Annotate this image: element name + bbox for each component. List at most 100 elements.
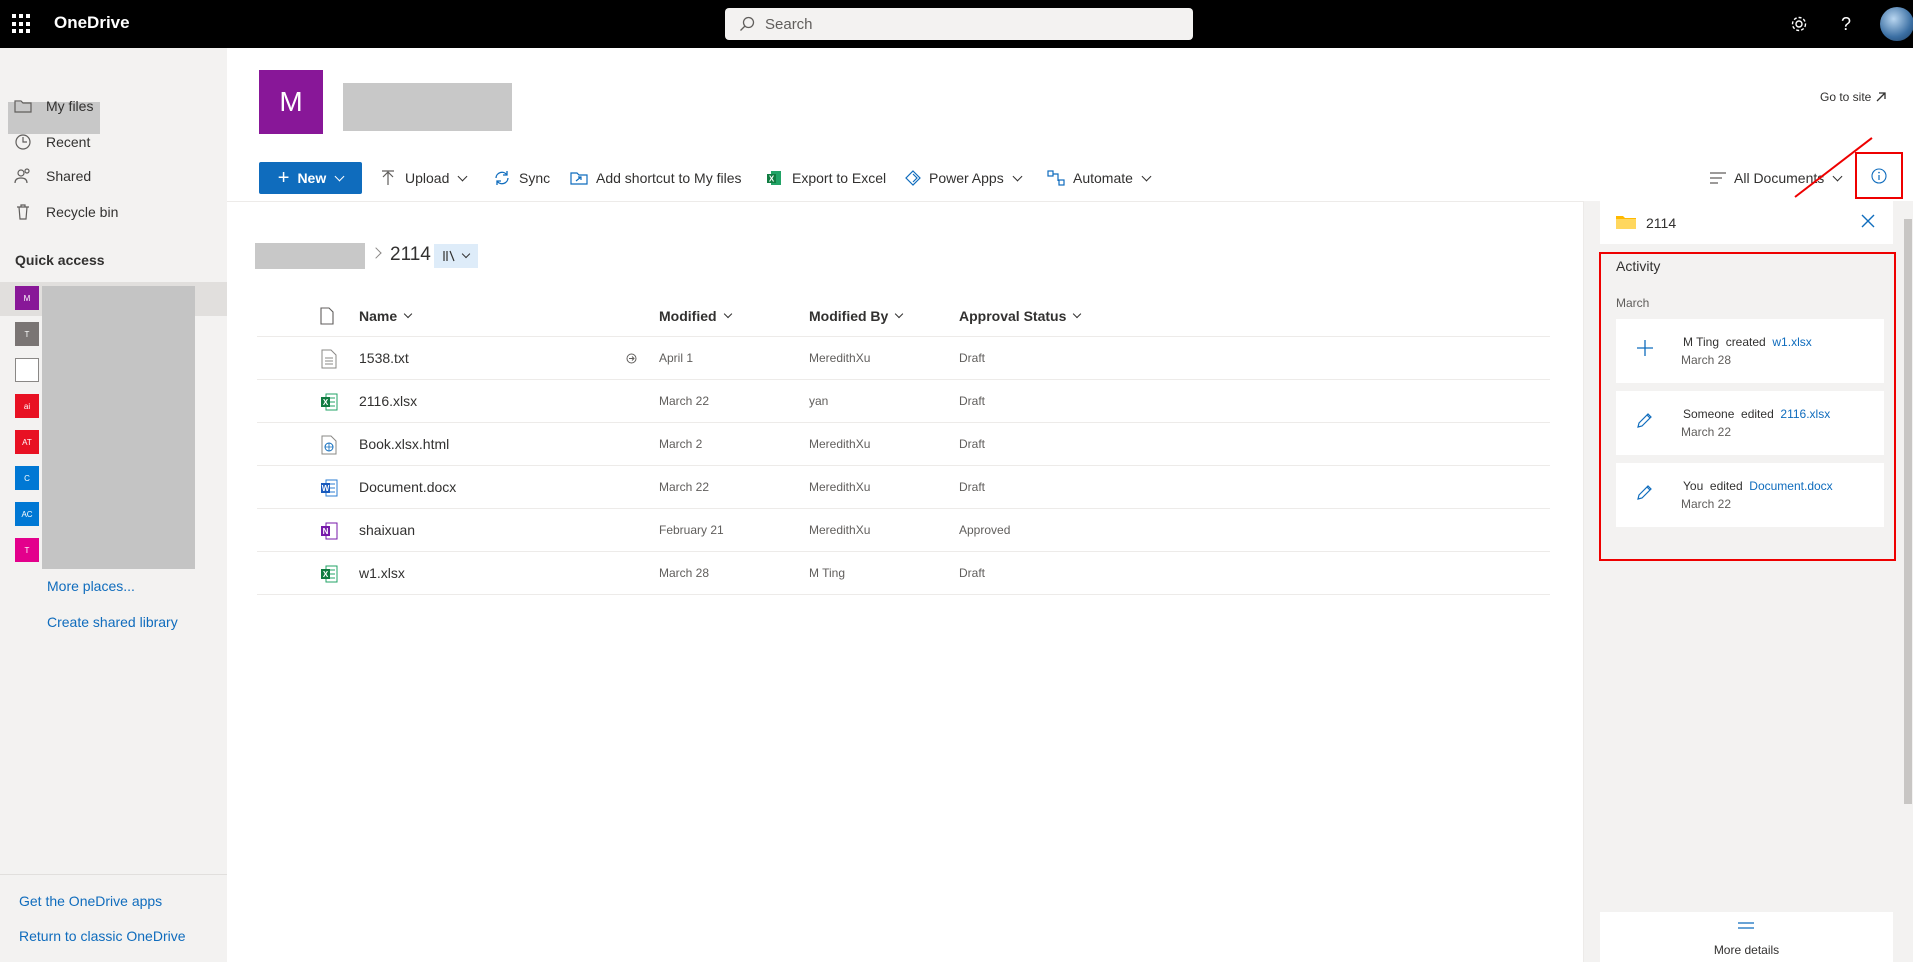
activity-file-link[interactable]: 2116.xlsx (1780, 407, 1830, 421)
more-places-link[interactable]: More places... (47, 578, 135, 594)
modified-by-cell[interactable]: MeredithXu (809, 337, 870, 379)
drag-handle-icon (1738, 922, 1754, 929)
power-apps-button[interactable]: Power Apps (905, 162, 1023, 194)
get-apps-link[interactable]: Get the OneDrive apps (19, 893, 162, 909)
go-to-site-link[interactable]: Go to site (1820, 90, 1887, 104)
table-row[interactable]: X w1.xlsx March 28 M Ting Draft (257, 552, 1550, 595)
scrollbar-thumb[interactable] (1904, 219, 1912, 804)
new-button[interactable]: + New (259, 162, 362, 194)
column-header-modified-by[interactable]: Modified By (809, 295, 904, 337)
automate-icon (1047, 170, 1065, 186)
modified-by-cell[interactable]: MeredithXu (809, 509, 870, 551)
view-switcher[interactable]: All Documents (1710, 162, 1843, 194)
help-icon[interactable]: ? (1832, 10, 1860, 38)
activity-card[interactable]: You edited Document.docx March 22 (1616, 463, 1884, 527)
sidebar-item-recycle-bin[interactable]: Recycle bin (14, 203, 118, 221)
activity-text: Someone edited 2116.xlsx (1683, 407, 1830, 421)
avatar[interactable] (1880, 7, 1913, 41)
file-name[interactable]: Book.xlsx.html (359, 423, 449, 465)
sidebar-item-shared[interactable]: Shared (14, 167, 91, 185)
quick-access-tile[interactable]: M (15, 286, 39, 310)
activity-card[interactable]: Someone edited 2116.xlsx March 22 (1616, 391, 1884, 455)
quick-access-tile[interactable]: AT (15, 430, 39, 454)
activity-file-link[interactable]: Document.docx (1749, 479, 1832, 493)
activity-card[interactable]: M Ting created w1.xlsx March 28 (1616, 319, 1884, 383)
modified-cell: April 1 (659, 351, 694, 365)
upload-button[interactable]: Upload (381, 162, 468, 194)
recycle-bin-icon (17, 204, 29, 220)
file-name[interactable]: 1538.txt (359, 337, 409, 379)
chevron-right-icon (370, 247, 382, 259)
modified-by-cell[interactable]: MeredithXu (809, 466, 870, 508)
file-name[interactable]: w1.xlsx (359, 552, 405, 594)
sync-button[interactable]: Sync (493, 162, 550, 194)
app-name[interactable]: OneDrive (54, 13, 130, 33)
sidebar-item-label: Recycle bin (46, 204, 119, 220)
sidebar-item-label: My files (46, 98, 94, 114)
file-type-header-icon[interactable] (320, 307, 334, 325)
table-row[interactable]: X 2116.xlsx March 22 yan Draft (257, 380, 1550, 423)
quick-access-tile[interactable] (15, 358, 39, 382)
chevron-down-icon (403, 309, 413, 319)
column-header-label: Modified (659, 308, 717, 324)
search-placeholder: Search (765, 15, 813, 33)
arrow-up-right-icon (1876, 92, 1887, 102)
library-icon (443, 250, 455, 262)
info-icon (1871, 167, 1887, 184)
quick-access-tile[interactable]: ai (15, 394, 39, 418)
add-shortcut-label: Add shortcut to My files (596, 170, 742, 186)
automate-button[interactable]: Automate (1047, 162, 1152, 194)
export-to-excel-button[interactable]: X Export to Excel (766, 162, 886, 194)
more-details-button[interactable]: More details (1600, 912, 1893, 962)
activity-actor: You (1683, 479, 1704, 493)
quick-access-tile[interactable]: T (15, 538, 39, 562)
column-header-label: Name (359, 308, 398, 324)
file-name[interactable]: Document.docx (359, 466, 456, 508)
file-name[interactable]: shaixuan (359, 509, 415, 551)
sidebar-divider (0, 874, 227, 875)
automate-label: Automate (1073, 170, 1133, 186)
table-row[interactable]: 1538.txt April 1 MeredithXu Draft (257, 337, 1550, 380)
modified-by-cell[interactable]: MeredithXu (809, 423, 870, 465)
column-header-label: Modified By (809, 308, 889, 324)
create-shared-library-link[interactable]: Create shared library (47, 614, 178, 630)
modified-cell: March 22 (659, 394, 710, 408)
modified-by-cell[interactable]: M Ting (809, 552, 845, 594)
activity-action: created (1725, 335, 1766, 349)
search-icon (740, 16, 755, 31)
modified-by-cell[interactable]: yan (809, 380, 828, 422)
modified-cell: March 28 (659, 566, 710, 580)
sidebar-item-label: Recent (46, 134, 91, 150)
table-row[interactable]: N shaixuan February 21 MeredithXu Approv… (257, 509, 1550, 552)
sync-label: Sync (519, 170, 551, 186)
return-classic-link[interactable]: Return to classic OneDrive (19, 928, 186, 944)
details-scrollbar[interactable] (1903, 201, 1913, 962)
quick-access-tile[interactable]: C (15, 466, 39, 490)
close-icon[interactable] (1860, 213, 1876, 229)
app-launcher-icon[interactable] (12, 14, 32, 34)
library-view-dropdown[interactable] (434, 244, 478, 268)
sidebar-item-my-files[interactable]: My files (14, 98, 93, 114)
svg-text:X: X (323, 398, 329, 407)
redacted-breadcrumb-parent[interactable] (255, 243, 365, 269)
sidebar: My files Recent Shared Recycle bin Quick… (0, 48, 227, 962)
quick-access-tile[interactable]: T (15, 322, 39, 346)
power-apps-icon (905, 170, 921, 186)
search-box[interactable]: Search (725, 8, 1193, 40)
quick-access-tile[interactable]: AC (15, 502, 39, 526)
column-header-approval-status[interactable]: Approval Status (959, 295, 1082, 337)
file-name[interactable]: 2116.xlsx (359, 380, 417, 422)
approval-status-cell: Draft (959, 566, 986, 580)
table-row[interactable]: W Document.docx March 22 MeredithXu Draf… (257, 466, 1550, 509)
add-shortcut-button[interactable]: Add shortcut to My files (570, 162, 742, 194)
modified-cell: March 2 (659, 437, 703, 451)
sidebar-item-label: Shared (46, 168, 92, 184)
gear-icon[interactable] (1785, 10, 1813, 38)
svg-text:N: N (323, 527, 329, 536)
activity-file-link[interactable]: w1.xlsx (1772, 335, 1811, 349)
column-header-modified[interactable]: Modified (659, 295, 732, 337)
table-row[interactable]: Book.xlsx.html March 2 MeredithXu Draft (257, 423, 1550, 466)
sidebar-item-recent[interactable]: Recent (14, 133, 90, 151)
info-pane-button[interactable] (1855, 152, 1903, 199)
column-header-name[interactable]: Name (359, 295, 413, 337)
